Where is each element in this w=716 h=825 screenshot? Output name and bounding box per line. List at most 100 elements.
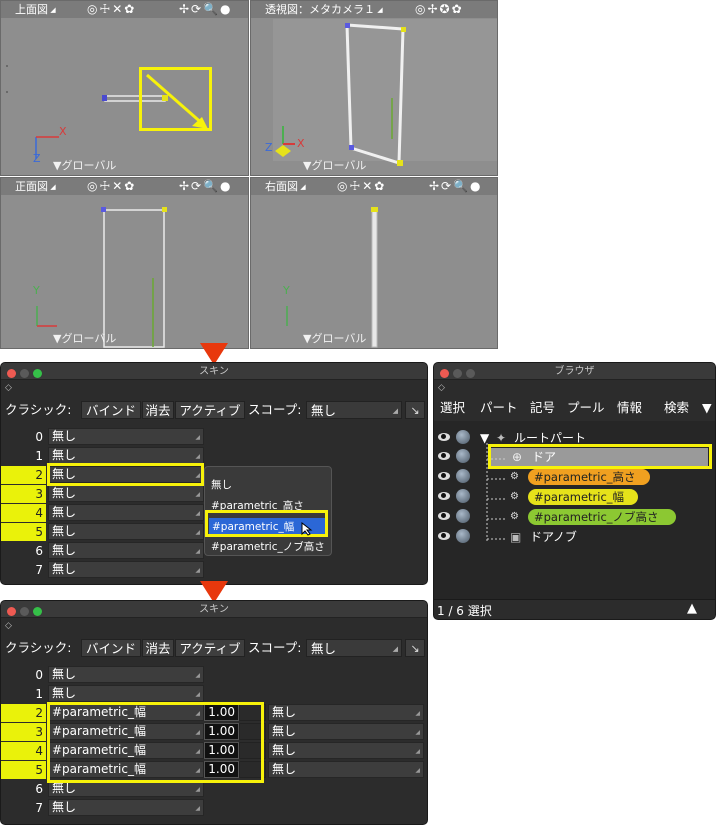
zoom-button[interactable]: [33, 369, 42, 378]
row-index: 3: [1, 723, 46, 741]
bone-select[interactable]: 無し: [48, 542, 204, 559]
close-button[interactable]: [7, 369, 16, 378]
dropdown-option-knob-height[interactable]: #parametric_ノブ高さ: [211, 539, 325, 554]
bone-select[interactable]: 無し: [48, 666, 204, 683]
scope-select[interactable]: 無し: [306, 639, 402, 658]
visibility-eye-icon[interactable]: [438, 492, 450, 500]
highlight-frame-top-view: [139, 67, 212, 131]
param-height-pill[interactable]: #parametric_高さ: [528, 469, 650, 485]
bone-select[interactable]: 無し: [48, 561, 204, 578]
tree-row-knob[interactable]: ▣ ドアノブ: [434, 528, 715, 547]
picker-icon[interactable]: ↘: [405, 639, 425, 657]
scope-select[interactable]: 無し: [306, 401, 402, 420]
viewport-top[interactable]: 上面図 ◎☩✕✿ ✢⟳🔍● X Z ▼グローバル: [0, 0, 249, 176]
bone-select-2[interactable]: 無し: [268, 723, 424, 740]
viewport-top-global[interactable]: ▼グローバル: [53, 157, 116, 172]
bone-select[interactable]: 無し: [48, 799, 204, 816]
close-button[interactable]: [7, 607, 16, 616]
tree-row-param-width[interactable]: ⚙ #parametric_幅: [434, 488, 715, 507]
skin-window-before: スキン ◇ クラシック: バインド 消去 アクティブ スコープ: 無し ↘ 0無…: [0, 362, 428, 585]
param-icon: ⚙: [510, 471, 519, 482]
viewport-front-global[interactable]: ▼グローバル: [53, 330, 116, 345]
render-ball-icon[interactable]: [456, 469, 470, 483]
row-index: 4: [1, 742, 46, 760]
tree-row-param-knob[interactable]: ⚙ #parametric_ノブ高さ: [434, 508, 715, 527]
render-ball-icon[interactable]: [456, 489, 470, 503]
skin-subbar[interactable]: ◇: [1, 381, 427, 395]
bind-button[interactable]: バインド: [81, 401, 141, 419]
clear-button[interactable]: 消去: [142, 639, 174, 657]
clear-button[interactable]: 消去: [142, 401, 174, 419]
tab-pool[interactable]: プール: [567, 399, 605, 417]
row-index: 1: [35, 449, 43, 463]
param-icon: ⚙: [510, 511, 519, 522]
scope-label: スコープ:: [248, 640, 302, 655]
bone-select[interactable]: 無し: [48, 485, 204, 502]
visibility-eye-icon[interactable]: [438, 472, 450, 480]
minimize-button[interactable]: [20, 607, 29, 616]
skin2-subbar[interactable]: ◇: [1, 619, 427, 633]
zoom-button[interactable]: [33, 607, 42, 616]
tabs-more-icon[interactable]: ▼: [702, 399, 712, 417]
persp-axis-z: Z: [265, 141, 273, 154]
selection-count: 1 / 6 選択: [437, 604, 492, 618]
viewport-perspective[interactable]: 透視図：メタカメラ１ ◎✢✪✿ X Z ▼グローバル: [250, 0, 498, 176]
classic-label: クラシック:: [5, 640, 72, 655]
viewport-persp-canvas: [273, 19, 497, 166]
tab-info[interactable]: 情報: [617, 399, 642, 417]
zoom-button[interactable]: [466, 369, 475, 378]
skin-row: 0 無し: [1, 666, 427, 684]
highlight-row-2: [47, 463, 204, 486]
param-width-pill[interactable]: #parametric_幅: [528, 489, 638, 505]
tab-symbol[interactable]: 記号: [530, 399, 555, 417]
render-ball-icon[interactable]: [456, 509, 470, 523]
skin2-title: スキン: [199, 604, 229, 615]
minimize-button[interactable]: [20, 369, 29, 378]
bone-select-2[interactable]: 無し: [268, 761, 424, 778]
viewport-right-global[interactable]: ▼グローバル: [303, 330, 366, 345]
close-button[interactable]: [440, 369, 449, 378]
bind-button[interactable]: バインド: [81, 639, 141, 657]
tab-part[interactable]: パート: [480, 399, 518, 417]
active-button[interactable]: アクティブ: [175, 401, 245, 419]
active-button[interactable]: アクティブ: [175, 639, 245, 657]
param-knob-pill[interactable]: #parametric_ノブ高さ: [528, 509, 676, 525]
highlight-door: [488, 444, 712, 469]
render-ball-icon[interactable]: [456, 430, 470, 444]
tab-search[interactable]: 検索: [664, 399, 689, 417]
bone-select[interactable]: 無し: [48, 428, 204, 445]
bone-select-2[interactable]: 無し: [268, 742, 424, 759]
visibility-eye-icon[interactable]: [438, 452, 450, 460]
bone-select[interactable]: 無し: [48, 447, 204, 464]
bone-select[interactable]: 無し: [48, 504, 204, 521]
browser-subbar[interactable]: ◇: [434, 381, 715, 395]
bone-select-2[interactable]: 無し: [268, 704, 424, 721]
visibility-eye-icon[interactable]: [438, 532, 450, 540]
viewport-front[interactable]: 正面図 ◎☩✕✿ ✢⟳🔍● Y ▼グローバル: [0, 177, 249, 349]
tree-label-knob[interactable]: ドアノブ: [530, 529, 577, 545]
mouse-cursor-icon: [301, 522, 313, 536]
row-index: 6: [35, 782, 43, 796]
render-ball-icon[interactable]: [456, 529, 470, 543]
dropdown-option-none[interactable]: 無し: [211, 477, 232, 492]
minimize-button[interactable]: [453, 369, 462, 378]
visibility-eye-icon[interactable]: [438, 433, 450, 441]
skin-row: 7 無し: [1, 561, 427, 579]
skin2-toolbar: クラシック: バインド 消去 アクティブ スコープ: 無し ↘: [1, 637, 427, 659]
render-ball-icon[interactable]: [456, 449, 470, 463]
bone-select[interactable]: 無し: [48, 685, 204, 702]
viewport-right[interactable]: 右面図 ◎☩✕✿ ✢⟳🔍● Y ▼グローバル: [250, 177, 498, 349]
row-index: 3: [1, 485, 46, 503]
tab-select[interactable]: 選択: [440, 399, 465, 417]
row-index: 1: [35, 687, 43, 701]
picker-icon[interactable]: ↘: [405, 401, 425, 419]
row-index: 6: [35, 544, 43, 558]
viewport-persp-global[interactable]: ▼グローバル: [303, 157, 366, 172]
row-index: 2: [1, 466, 46, 484]
visibility-eye-icon[interactable]: [438, 512, 450, 520]
status-expand-icon[interactable]: ▲: [687, 601, 697, 616]
bone-select[interactable]: 無し: [48, 523, 204, 540]
row-index: 7: [35, 801, 43, 815]
browser-title-bar: ブラウザ: [434, 363, 715, 380]
tree-row-param-height[interactable]: ⚙ #parametric_高さ: [434, 468, 715, 487]
